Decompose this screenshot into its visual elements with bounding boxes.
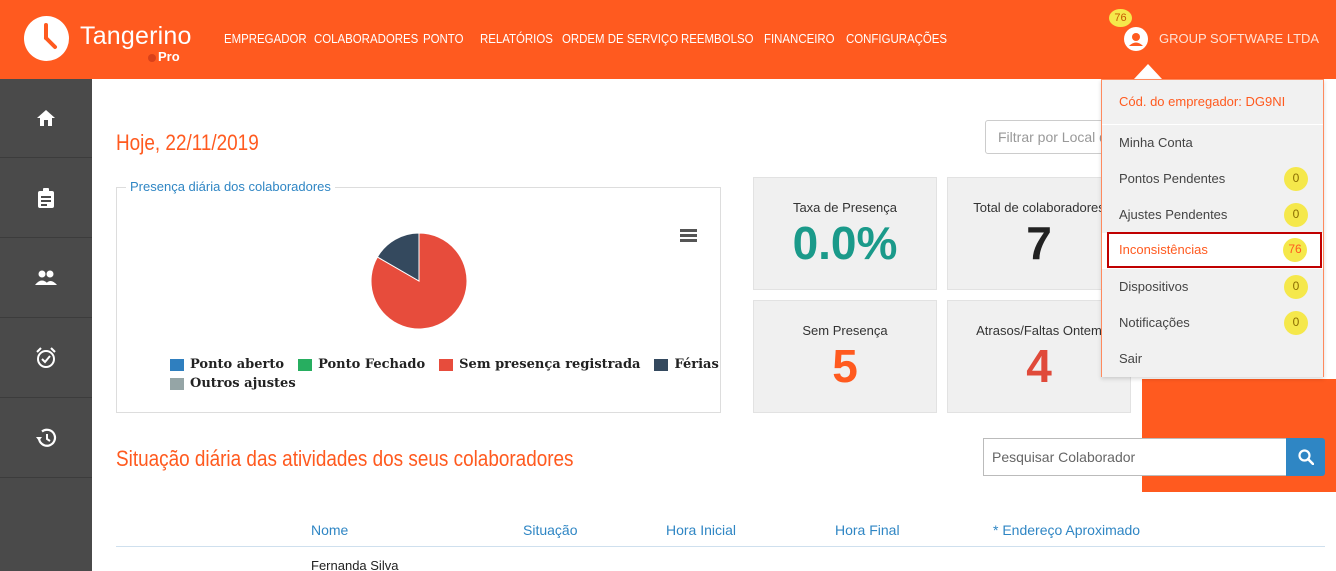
sidebar-item-people[interactable]	[0, 239, 92, 318]
count-badge: 76	[1283, 238, 1307, 262]
menu-item-ajustes-pendentes[interactable]: Ajustes Pendentes 0	[1102, 197, 1323, 233]
alarm-clock-icon	[36, 347, 56, 368]
legend-item-ponto-aberto[interactable]: Ponto aberto	[170, 357, 284, 372]
sidebar-item-clipboard[interactable]	[0, 159, 92, 238]
nav-reembolso[interactable]: REEMBOLSO	[681, 31, 753, 46]
legend-item-sem-presenca[interactable]: Sem presença registrada	[439, 357, 640, 372]
chart-menu-icon[interactable]	[680, 229, 697, 242]
attendance-pie-chart	[370, 232, 468, 330]
company-name[interactable]: GROUP SOFTWARE LTDA	[1159, 31, 1319, 46]
column-header-situacao[interactable]: Situação	[523, 522, 577, 538]
nav-empregador[interactable]: EMPREGADOR	[224, 31, 307, 46]
home-icon	[37, 110, 55, 126]
clock-logo-icon[interactable]	[24, 16, 69, 61]
clipboard-icon	[38, 188, 54, 208]
stat-value: 5	[832, 340, 858, 392]
nav-ordem-de-servico[interactable]: ORDEM DE SERVIÇO	[562, 31, 678, 46]
notification-count-badge: 76	[1109, 9, 1132, 27]
search-button[interactable]	[1286, 438, 1325, 476]
sidebar-item-alarm[interactable]	[0, 319, 92, 398]
stat-card-presence-rate: Taxa de Presença 0.0%	[753, 177, 937, 290]
brand-sub: Pro	[148, 49, 180, 64]
nav-colaboradores[interactable]: COLABORADORES	[314, 31, 418, 46]
dropdown-caret	[1134, 64, 1162, 79]
nav-relatorios[interactable]: RELATÓRIOS	[480, 31, 553, 46]
nav-ponto[interactable]: PONTO	[423, 31, 470, 46]
column-header-hora-final[interactable]: Hora Final	[835, 522, 900, 538]
section-title: Situação diária das atividades dos seus …	[116, 446, 574, 471]
menu-item-minha-conta[interactable]: Minha Conta	[1102, 125, 1323, 161]
people-icon	[35, 270, 57, 285]
menu-item-sair[interactable]: Sair	[1102, 341, 1323, 377]
legend-item-outros-ajustes[interactable]: Outros ajustes	[170, 376, 296, 391]
column-header-hora-inicial[interactable]: Hora Inicial	[666, 522, 736, 538]
stat-label: Taxa de Presença	[792, 200, 898, 215]
nav-configuracoes[interactable]: CONFIGURAÇÕES	[846, 31, 947, 46]
chart-legend: Ponto aberto Ponto Fechado Sem presença …	[170, 357, 719, 395]
count-badge: 0	[1284, 275, 1308, 299]
stat-value: 0.0%	[792, 217, 898, 269]
search-icon	[1297, 449, 1314, 465]
page-title: Hoje, 22/11/2019	[116, 130, 259, 155]
sidebar-item-home[interactable]	[0, 79, 92, 158]
count-badge: 0	[1284, 203, 1308, 227]
employee-search-input[interactable]: Pesquisar Colaborador	[983, 438, 1288, 476]
sidebar-item-history[interactable]	[0, 399, 92, 478]
menu-item-inconsistencias[interactable]: Inconsistências 76	[1107, 232, 1322, 268]
nav-financeiro[interactable]: FINANCEIRO	[764, 31, 835, 46]
main-nav: EMPREGADOR COLABORADORES PONTO RELATÓRIO…	[224, 31, 950, 46]
history-icon	[36, 428, 57, 447]
legend-item-ferias[interactable]: Férias	[654, 357, 719, 372]
column-header-endereco[interactable]: * Endereço Aproximado	[993, 522, 1140, 538]
menu-item-pontos-pendentes[interactable]: Pontos Pendentes 0	[1102, 161, 1323, 197]
table-divider	[116, 546, 1325, 547]
employer-code: Cód. do empregador: DG9NI	[1102, 80, 1323, 124]
chart-title: Presença diária dos colaboradores	[126, 179, 335, 194]
count-badge: 0	[1284, 311, 1308, 335]
table-row-name[interactable]: Fernanda Silva	[311, 558, 398, 571]
stat-card-no-presence: Sem Presença 5	[753, 300, 937, 413]
count-badge: 0	[1284, 167, 1308, 191]
legend-item-ponto-fechado[interactable]: Ponto Fechado	[298, 357, 425, 372]
menu-item-dispositivos[interactable]: Dispositivos 0	[1102, 269, 1323, 305]
sidebar	[0, 79, 92, 571]
stat-label: Sem Presença	[802, 323, 888, 338]
menu-item-notificacoes[interactable]: Notificações 0	[1102, 305, 1323, 341]
brand-name[interactable]: Tangerino	[80, 22, 192, 51]
column-header-nome[interactable]: Nome	[311, 522, 348, 538]
user-dropdown-menu: Cód. do empregador: DG9NI Minha Conta Po…	[1101, 79, 1324, 377]
user-avatar-icon[interactable]	[1124, 27, 1148, 51]
